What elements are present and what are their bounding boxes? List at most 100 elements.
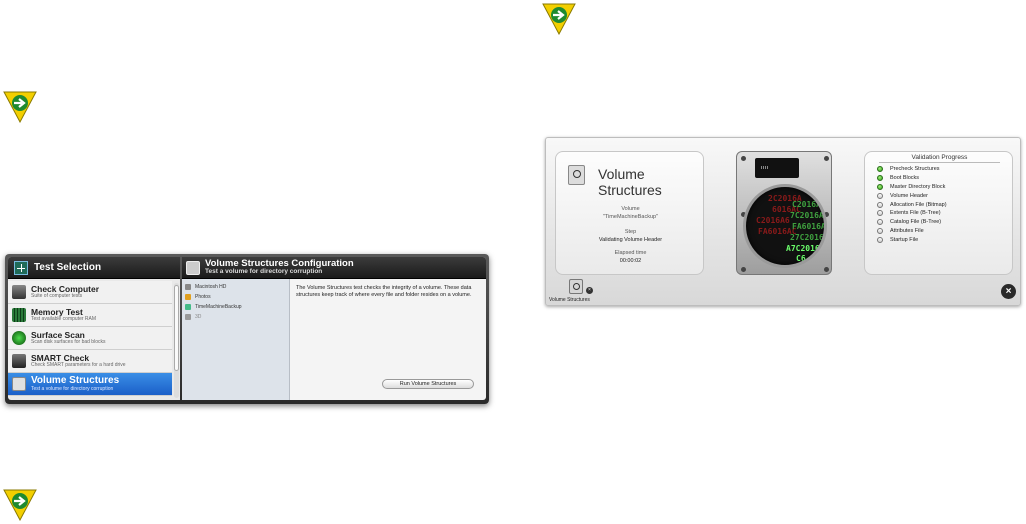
status-dot-pending: [877, 192, 883, 199]
test-item-desc: Test a volume for directory corruption: [31, 385, 114, 392]
configuration-header: Volume Structures Configuration Test a v…: [182, 257, 486, 279]
validation-progress-title: Validation Progress: [911, 154, 968, 161]
volume-label: Volume: [621, 206, 640, 212]
test-item-volume-structures[interactable]: Volume Structures Test a volume for direc…: [8, 373, 172, 396]
status-dot-pending: [877, 219, 883, 226]
test-selection-window: Test Selection Check Computer Suite of co…: [5, 254, 489, 404]
hex-green: A7C2016: [786, 244, 820, 253]
test-item-check-computer[interactable]: Check Computer Suite of computer tests: [8, 281, 172, 304]
close-window-button[interactable]: ×: [1001, 284, 1016, 299]
test-item-desc: Suite of computer tests: [31, 292, 83, 299]
slot-dots: [761, 166, 769, 169]
volume-label: Photos: [195, 294, 211, 300]
test-item-surface-scan[interactable]: Surface Scan Scan disk surfaces for bad b…: [8, 327, 172, 350]
validation-item: Volume Header: [877, 191, 947, 200]
hex-green: 27C2016: [790, 233, 824, 242]
volume-value: "TimeMachineBackup": [602, 214, 659, 220]
memory-chip-icon: [12, 308, 26, 322]
run-volume-structures-button[interactable]: Run Volume Structures: [382, 379, 474, 389]
disk-platter: 2C2016A 6016AC C2016A6 FA6016AC C2016AC …: [743, 184, 827, 268]
status-dot-complete: [877, 183, 883, 190]
progress-title: Volume Structures: [598, 166, 662, 198]
validation-progress-card: Validation Progress Precheck Structures …: [864, 151, 1013, 275]
hex-red: C2016A6: [756, 216, 790, 225]
hex-green: FA6016A: [792, 222, 826, 231]
step-marker-arrow-icon: [542, 1, 576, 35]
validation-item-label: Allocation File (Bitmap): [890, 201, 947, 208]
volume-structures-progress-window: Volume Structures Volume "TimeMachineBac…: [545, 137, 1021, 306]
validation-item: Boot Blocks: [877, 174, 947, 183]
drive-icon: [185, 294, 191, 300]
test-selection-title: Test Selection: [34, 262, 102, 273]
test-list-scrollbar[interactable]: [174, 283, 179, 398]
validation-item-label: Attributes File: [890, 227, 924, 234]
hard-disk-icon: [12, 354, 26, 368]
test-item-desc: Scan disk surfaces for bad blocks: [31, 338, 106, 345]
validation-item-label: Precheck Structures: [890, 166, 940, 173]
status-dot-pending: [877, 210, 883, 217]
hex-green: C2016AC: [792, 200, 826, 209]
step-marker-arrow-icon: [3, 89, 37, 123]
configuration-description: The Volume Structures test checks the in…: [296, 285, 472, 299]
status-dot-complete: [877, 175, 883, 182]
screw-icon: [824, 156, 829, 161]
step-marker-arrow-icon: [3, 487, 37, 521]
elapsed-label: Elapsed time: [614, 250, 647, 256]
screw-icon: [741, 267, 746, 272]
validation-item: Attributes File: [877, 227, 947, 236]
test-item-smart-check[interactable]: SMART Check Check SMART parameters for a …: [8, 350, 172, 373]
step-value: Validating Volume Header: [598, 237, 663, 243]
validation-item: Allocation File (Bitmap): [877, 200, 947, 209]
test-list: Check Computer Suite of computer tests Me…: [8, 281, 172, 396]
magnifier-icon: [568, 165, 585, 185]
validation-list: Precheck Structures Boot Blocks Master D…: [877, 165, 947, 244]
validation-item-label: Startup File: [890, 236, 919, 243]
hex-green: 7C2016AC: [790, 211, 827, 220]
volume-list: Macintosh HD Photos TimeMachineBackup 3D: [182, 279, 290, 400]
volume-item-photos[interactable]: Photos: [182, 292, 289, 302]
volume-item-timemachinebackup[interactable]: TimeMachineBackup: [182, 302, 289, 312]
validation-item-label: Volume Header: [890, 192, 928, 199]
drive-icon: [185, 304, 191, 310]
plus-icon: [14, 260, 28, 275]
volume-label: 3D: [195, 314, 202, 320]
magnifier-icon: [12, 377, 26, 391]
computer-icon: [12, 285, 26, 299]
volume-label: TimeMachineBackup: [195, 304, 242, 310]
hard-disk-icon: [185, 314, 191, 320]
validation-item: Extents File (B-Tree): [877, 209, 947, 218]
volume-item-macintosh-hd[interactable]: Macintosh HD: [182, 282, 289, 292]
disk-label-slot: [755, 158, 799, 178]
validation-item: Precheck Structures: [877, 165, 947, 174]
validation-item: Catalog File (B-Tree): [877, 218, 947, 227]
validation-item-label: Master Directory Block: [890, 183, 946, 190]
hard-disk-illustration: 2C2016A 6016AC C2016A6 FA6016AC C2016AC …: [736, 151, 832, 275]
validation-item: Startup File: [877, 235, 947, 244]
status-dot-pending: [877, 201, 883, 208]
test-item-memory-test[interactable]: Memory Test Test available computer RAM: [8, 304, 172, 327]
divider: [879, 162, 1000, 163]
validation-item-label: Boot Blocks: [890, 175, 920, 182]
volume-label: Macintosh HD: [195, 284, 227, 290]
status-dot-complete: [877, 166, 883, 173]
screw-icon: [741, 156, 746, 161]
elapsed-value: 00:00:02: [619, 258, 642, 264]
disk-surface-icon: [12, 331, 26, 345]
validation-item-label: Extents File (B-Tree): [890, 210, 941, 217]
configuration-subtitle: Test a volume for directory corruption: [205, 268, 323, 276]
test-selection-header: Test Selection: [8, 257, 180, 279]
hex-green: C6: [796, 254, 806, 263]
validation-item-label: Catalog File (B-Tree): [890, 219, 942, 226]
volume-structures-status-card: Volume Structures Volume "TimeMachineBac…: [555, 151, 704, 275]
scrollbar-thumb[interactable]: [174, 285, 179, 371]
volume-structures-toolbar-icon[interactable]: [569, 279, 583, 294]
status-dot-pending: [877, 227, 883, 234]
validation-item: Master Directory Block: [877, 183, 947, 192]
test-selection-panel: Test Selection Check Computer Suite of co…: [8, 257, 180, 400]
volume-item-3d[interactable]: 3D: [182, 312, 289, 322]
test-item-desc: Check SMART parameters for a hard drive: [31, 361, 126, 368]
close-icon[interactable]: ×: [586, 287, 593, 294]
toolbar-label: Volume Structures: [549, 297, 590, 303]
step-label: Step: [624, 229, 637, 235]
hard-disk-icon: [185, 284, 191, 290]
